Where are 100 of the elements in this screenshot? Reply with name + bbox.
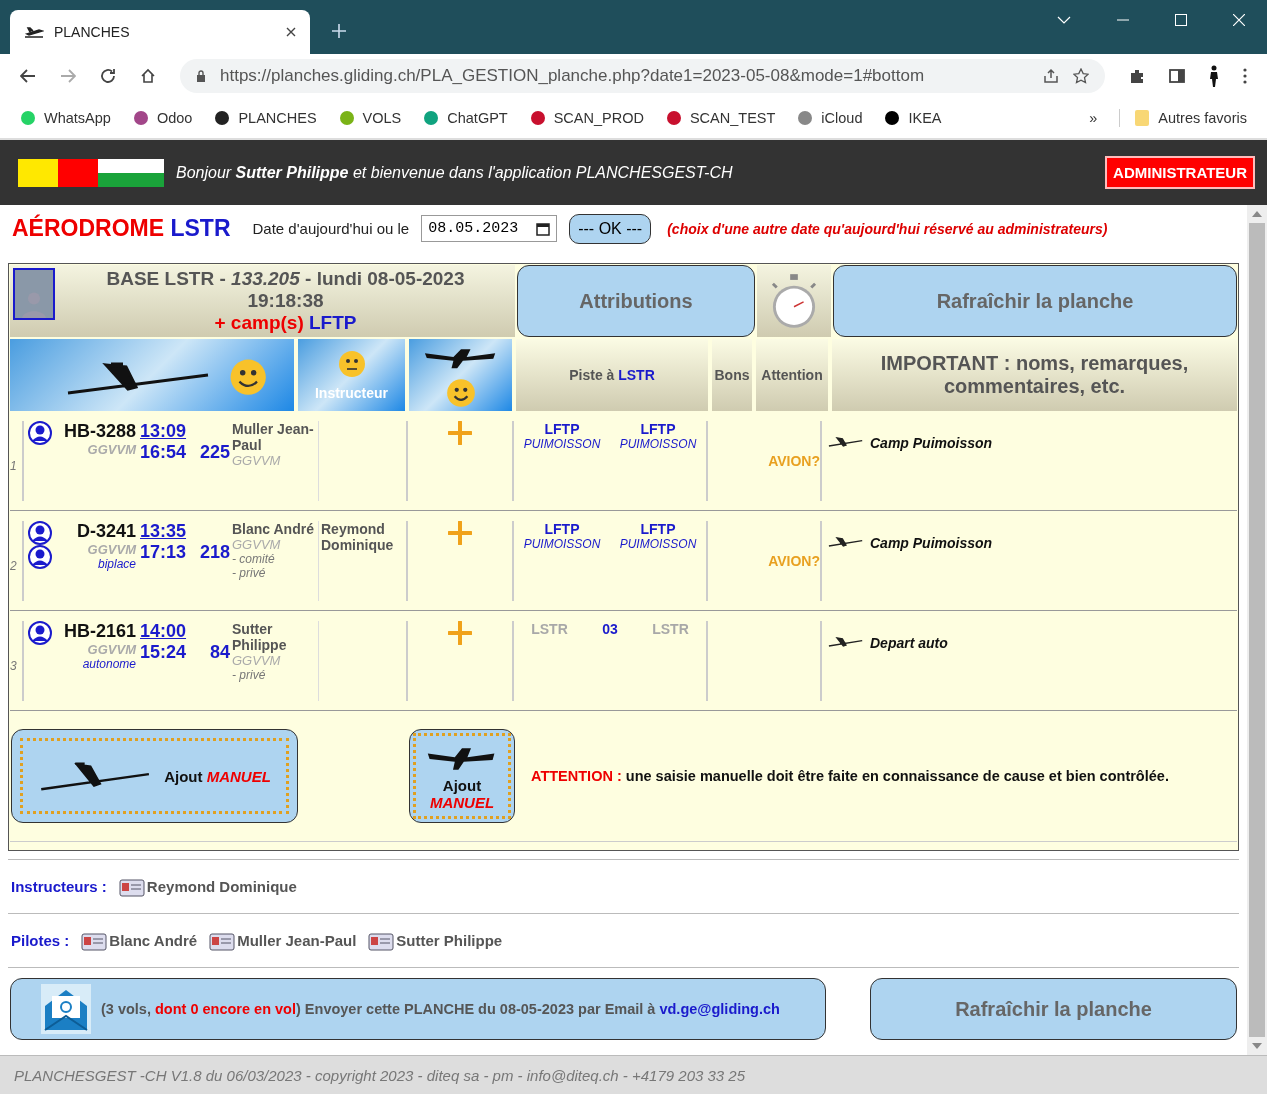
smiley-icon: [336, 349, 367, 379]
smiley-icon: [444, 377, 477, 409]
pilot-note: - privé: [232, 566, 267, 580]
column-header: Attention: [756, 339, 828, 411]
date-note: (choix d'une autre date qu'aujourd'hui réservé au administrateurs): [667, 220, 1108, 237]
id-card-icon: [118, 876, 145, 897]
glider-type: biplace: [97, 557, 136, 571]
pilot-note: - privé: [232, 668, 267, 682]
chevron-down-icon[interactable]: [1057, 16, 1071, 24]
pilot-link[interactable]: Muller Jean-Paul: [209, 930, 357, 951]
plane-icon: [24, 25, 44, 39]
role-button[interactable]: ADMINISTRATEUR: [1105, 156, 1255, 189]
scroll-down-icon[interactable]: [1252, 1043, 1262, 1049]
row-number: 1: [10, 458, 18, 473]
footer-text: PLANCHESGEST -CH V1.8 du 06/03/2023 - copyright 2023 - diteq sa - pm - info@diteq.ch - +4179 203 33 25: [14, 1066, 746, 1084]
row-number: 3: [10, 658, 18, 673]
flight-duration: 225: [198, 442, 230, 463]
tab-title: PLANCHES: [54, 24, 130, 40]
close-icon[interactable]: [286, 27, 296, 37]
registration: HB-2161: [62, 621, 136, 642]
pilot-club: GGVVM: [232, 537, 282, 552]
bookmark[interactable]: PLANCHES: [214, 110, 317, 126]
home-icon[interactable]: [140, 68, 156, 84]
bookmark[interactable]: VOLS: [338, 110, 402, 126]
more-bookmarks-button[interactable]: »: [1089, 110, 1098, 126]
maximize-icon[interactable]: [1175, 14, 1187, 26]
runway-entry: LSTR: [652, 621, 689, 637]
share-icon[interactable]: [1043, 68, 1059, 84]
instructor-link[interactable]: Reymond Dominique: [118, 876, 297, 897]
refresh-button[interactable]: Rafraîchir la planche: [870, 978, 1237, 1040]
back-icon[interactable]: [20, 69, 36, 83]
bookmark-folder[interactable]: Autres favoris: [1119, 109, 1247, 127]
bookmark[interactable]: WhatsApp: [20, 110, 111, 126]
reload-icon[interactable]: [100, 68, 116, 84]
sidebar-icon[interactable]: [1169, 68, 1185, 84]
pilot-link[interactable]: Sutter Philippe: [368, 930, 503, 951]
pilot-name: Blanc André: [232, 521, 315, 537]
start-time-link[interactable]: 14:00: [140, 621, 192, 642]
pilot-note: - comité: [232, 552, 276, 566]
id-card-icon: [81, 930, 108, 951]
start-time-link[interactable]: 13:35: [140, 521, 192, 542]
date-field[interactable]: 08.05.2023: [421, 215, 558, 242]
instructor-name: Reymond Dominique: [321, 521, 395, 553]
glider-icon: [828, 635, 864, 648]
flight-duration: 84: [208, 642, 230, 664]
bookmark[interactable]: SCAN_PROD: [529, 110, 644, 126]
glider-icon: [828, 535, 864, 548]
bookmark[interactable]: IKEA: [884, 110, 942, 126]
camp-info: + camp(s) LFTP: [214, 312, 357, 334]
bookmark[interactable]: Odoo: [132, 110, 193, 126]
id-card-icon: [368, 930, 395, 951]
browser-tab[interactable]: PLANCHES: [10, 10, 310, 54]
person-icon[interactable]: [28, 621, 52, 645]
manual-plane-button[interactable]: Ajout MANUEL: [409, 729, 515, 823]
end-time: 17:13: [140, 542, 188, 564]
send-email-button[interactable]: (3 vols, dont 0 encore en vol) Envoyer cette PLANCHE du 08-05-2023 par Email à vd.ge@gliding.ch: [10, 978, 826, 1040]
runway-entry: LFTP PUIMOISSON: [523, 421, 601, 451]
lock-icon: [196, 70, 206, 82]
bookmark[interactable]: iCloud: [797, 110, 863, 126]
person-icon[interactable]: [28, 545, 52, 569]
club-code: GGVVM: [87, 642, 136, 657]
address-bar[interactable]: https://planches.gliding.ch/PLA_GESTION_planche.php?date1=2023-05-08&mode=1#bottom: [180, 59, 1105, 93]
alert-text: AVION?: [768, 553, 820, 569]
new-tab-icon[interactable]: [332, 24, 346, 38]
manual-glider-button[interactable]: Ajout MANUEL: [11, 729, 298, 823]
remark-text: Camp Puimoisson: [870, 535, 993, 551]
column-header: Piste à LSTR: [516, 339, 708, 411]
person-icon[interactable]: [28, 421, 52, 445]
stopwatch-icon[interactable]: [771, 271, 817, 331]
alert-text: AVION?: [768, 453, 820, 469]
folder-icon: [1134, 109, 1151, 127]
runway-entry: LFTP PUIMOISSON: [619, 421, 697, 451]
scroll-up-icon[interactable]: [1252, 211, 1262, 217]
runway-entry: LFTP PUIMOISSON: [619, 521, 697, 551]
column-header: IMPORTANT : noms, remarques, commentaires, etc.: [832, 339, 1237, 411]
avatar-placeholder: [13, 268, 55, 320]
date-label: Date d'aujourd'hui ou le: [252, 220, 410, 237]
warning-text: ATTENTION : une saisie manuelle doit être faite en connaissance de cause et bien contrôlée.: [531, 768, 1169, 784]
menu-icon[interactable]: [1243, 68, 1247, 84]
bookmark[interactable]: ChatGPT: [423, 110, 508, 126]
registration: D-3241: [75, 521, 136, 542]
person-icon[interactable]: [28, 521, 52, 545]
start-time-link[interactable]: 13:09: [140, 421, 192, 442]
refresh-button[interactable]: Rafraîchir la planche: [833, 265, 1237, 337]
pilot-link[interactable]: Blanc André: [81, 930, 198, 951]
profile-icon[interactable]: [1209, 65, 1219, 87]
star-icon[interactable]: [1073, 68, 1089, 84]
clock-time: 19:18:38: [247, 290, 324, 312]
glider-type: autonome: [82, 657, 136, 671]
end-time: 16:54: [140, 442, 188, 463]
ok-button[interactable]: --- OK ---: [569, 213, 652, 244]
scrollbar[interactable]: [1247, 205, 1267, 1055]
runway-entry: LFTP PUIMOISSON: [523, 521, 601, 551]
bookmark[interactable]: SCAN_TEST: [665, 110, 776, 126]
attributions-button[interactable]: Attributions: [517, 265, 755, 337]
extension-icon[interactable]: [1129, 68, 1145, 84]
column-header: Bons: [712, 339, 752, 411]
pilot-club: GGVVM: [232, 653, 282, 668]
base-title: BASE LSTR - 133.205 - lundi 08-05-2023: [106, 268, 465, 290]
pilot-name: Sutter Philippe: [232, 621, 288, 653]
